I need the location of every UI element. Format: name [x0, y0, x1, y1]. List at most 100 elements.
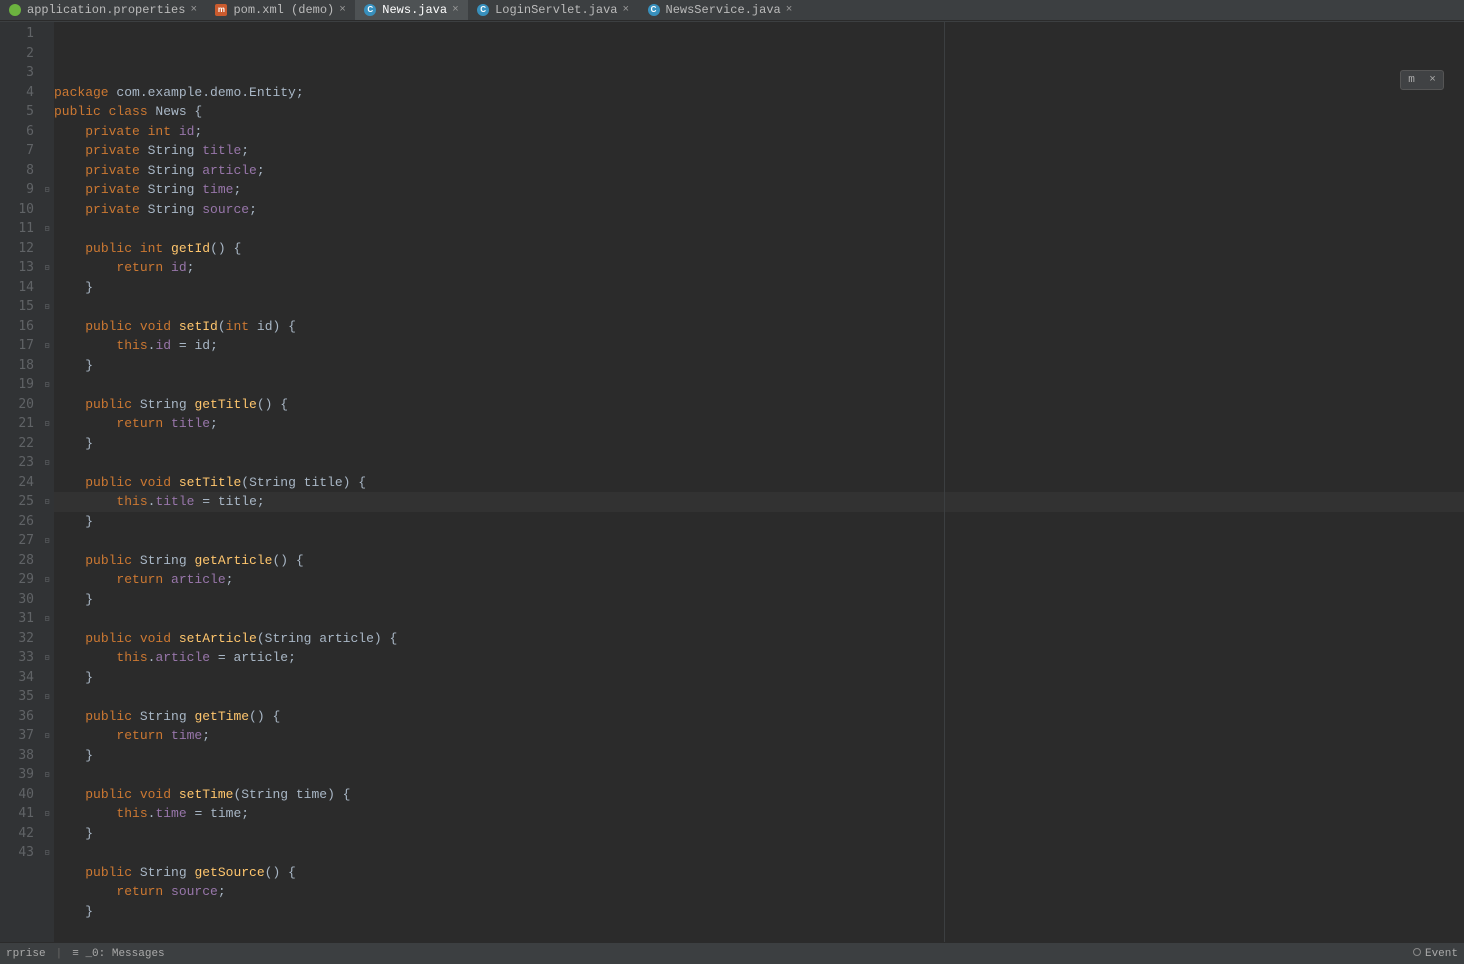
- overlay-badge-icon: m: [1408, 74, 1415, 86]
- code-line[interactable]: }: [54, 512, 1464, 532]
- fold-marker: [40, 161, 54, 181]
- fold-marker[interactable]: ⊟: [40, 375, 54, 395]
- editor-tabs: application.properties×mpom.xml (demo)×C…: [0, 0, 1464, 21]
- code-line[interactable]: }: [54, 668, 1464, 688]
- fold-marker[interactable]: ⊟: [40, 414, 54, 434]
- close-icon[interactable]: ×: [190, 4, 200, 16]
- code-line[interactable]: public String getTime() {: [54, 707, 1464, 727]
- code-line[interactable]: private int id;: [54, 122, 1464, 142]
- fold-marker: [40, 141, 54, 161]
- messages-label: 0: Messages: [92, 948, 165, 960]
- code-area[interactable]: package com.example.demo.Entity;public c…: [54, 22, 1464, 942]
- line-number: 26: [0, 512, 34, 532]
- event-log-button[interactable]: Event: [1413, 948, 1458, 960]
- code-line[interactable]: }: [54, 356, 1464, 376]
- fold-gutter[interactable]: ⊟ ⊟ ⊟ ⊟ ⊟ ⊟ ⊟ ⊟ ⊟ ⊟ ⊟ ⊟ ⊟ ⊟ ⊟ ⊟ ⊟ ⊟: [40, 22, 54, 942]
- code-line[interactable]: this.article = article;: [54, 648, 1464, 668]
- close-icon[interactable]: ×: [786, 4, 796, 16]
- fold-marker[interactable]: ⊟: [40, 609, 54, 629]
- code-line[interactable]: [54, 843, 1464, 863]
- fold-marker: [40, 200, 54, 220]
- status-left-truncated[interactable]: rprise: [6, 948, 46, 960]
- code-line[interactable]: }: [54, 590, 1464, 610]
- code-line[interactable]: [54, 375, 1464, 395]
- line-number: 33: [0, 648, 34, 668]
- code-line[interactable]: public class News {: [54, 102, 1464, 122]
- code-line[interactable]: [54, 765, 1464, 785]
- tab-loginservlet-java[interactable]: CLoginServlet.java×: [468, 0, 638, 20]
- close-icon[interactable]: ×: [452, 4, 462, 16]
- code-line[interactable]: private String article;: [54, 161, 1464, 181]
- fold-marker[interactable]: ⊟: [40, 804, 54, 824]
- code-line[interactable]: }: [54, 824, 1464, 844]
- fold-marker[interactable]: ⊟: [40, 180, 54, 200]
- code-line[interactable]: private String title;: [54, 141, 1464, 161]
- fold-marker: [40, 102, 54, 122]
- fold-marker: [40, 434, 54, 454]
- code-line[interactable]: return article;: [54, 570, 1464, 590]
- fold-marker[interactable]: ⊟: [40, 453, 54, 473]
- code-line[interactable]: }: [54, 434, 1464, 454]
- tab-application-properties[interactable]: application.properties×: [0, 0, 206, 20]
- fold-marker[interactable]: ⊟: [40, 492, 54, 512]
- fold-marker[interactable]: ⊟: [40, 297, 54, 317]
- fold-marker[interactable]: ⊟: [40, 570, 54, 590]
- code-line[interactable]: this.id = id;: [54, 336, 1464, 356]
- code-line[interactable]: [54, 453, 1464, 473]
- code-line[interactable]: [54, 219, 1464, 239]
- code-line[interactable]: public String getArticle() {: [54, 551, 1464, 571]
- code-line[interactable]: }: [54, 746, 1464, 766]
- code-editor[interactable]: 1234567891011121314151617181920212223242…: [0, 21, 1464, 942]
- code-line[interactable]: return time;: [54, 726, 1464, 746]
- fold-marker: [40, 24, 54, 44]
- line-number: 6: [0, 122, 34, 142]
- code-line[interactable]: this.title = title;: [54, 492, 1464, 512]
- code-line[interactable]: public String getSource() {: [54, 863, 1464, 883]
- fold-marker[interactable]: ⊟: [40, 258, 54, 278]
- code-line[interactable]: }: [54, 278, 1464, 298]
- code-line[interactable]: this.time = time;: [54, 804, 1464, 824]
- messages-tool-window-button[interactable]: ≡ _0: Messages: [72, 948, 164, 960]
- line-number: 40: [0, 785, 34, 805]
- code-line[interactable]: public int getId() {: [54, 239, 1464, 259]
- right-margin-guide: [944, 22, 945, 942]
- close-icon[interactable]: ×: [339, 4, 349, 16]
- code-line[interactable]: [54, 687, 1464, 707]
- tab-pom-xml-demo-[interactable]: mpom.xml (demo)×: [206, 0, 355, 20]
- fold-marker[interactable]: ⊟: [40, 843, 54, 863]
- line-number: 36: [0, 707, 34, 727]
- code-line[interactable]: public void setTime(String time) {: [54, 785, 1464, 805]
- code-line[interactable]: return source;: [54, 882, 1464, 902]
- fold-marker: [40, 356, 54, 376]
- code-line[interactable]: public void setId(int id) {: [54, 317, 1464, 337]
- fold-marker[interactable]: ⊟: [40, 219, 54, 239]
- fold-marker[interactable]: ⊟: [40, 765, 54, 785]
- line-number: 32: [0, 629, 34, 649]
- fold-marker[interactable]: ⊟: [40, 531, 54, 551]
- code-line[interactable]: [54, 609, 1464, 629]
- code-line[interactable]: [54, 531, 1464, 551]
- editor-overlay-hint[interactable]: m ×: [1400, 70, 1444, 90]
- tab-news-java[interactable]: CNews.java×: [355, 0, 468, 20]
- fold-marker[interactable]: ⊟: [40, 648, 54, 668]
- code-line[interactable]: private String time;: [54, 180, 1464, 200]
- tab-newsservice-java[interactable]: CNewsService.java×: [639, 0, 802, 20]
- code-line[interactable]: public void setTitle(String title) {: [54, 473, 1464, 493]
- code-line[interactable]: return id;: [54, 258, 1464, 278]
- fold-marker: [40, 707, 54, 727]
- close-icon[interactable]: ×: [1429, 74, 1436, 86]
- code-line[interactable]: public void setArticle(String article) {: [54, 629, 1464, 649]
- code-line[interactable]: return title;: [54, 414, 1464, 434]
- fold-marker: [40, 746, 54, 766]
- line-number: 23: [0, 453, 34, 473]
- code-line[interactable]: package com.example.demo.Entity;: [54, 83, 1464, 103]
- close-icon[interactable]: ×: [623, 4, 633, 16]
- code-line[interactable]: }: [54, 902, 1464, 922]
- code-line[interactable]: [54, 297, 1464, 317]
- fold-marker[interactable]: ⊟: [40, 336, 54, 356]
- code-line[interactable]: public String getTitle() {: [54, 395, 1464, 415]
- fold-marker[interactable]: ⊟: [40, 687, 54, 707]
- line-number: 25: [0, 492, 34, 512]
- code-line[interactable]: private String source;: [54, 200, 1464, 220]
- fold-marker[interactable]: ⊟: [40, 726, 54, 746]
